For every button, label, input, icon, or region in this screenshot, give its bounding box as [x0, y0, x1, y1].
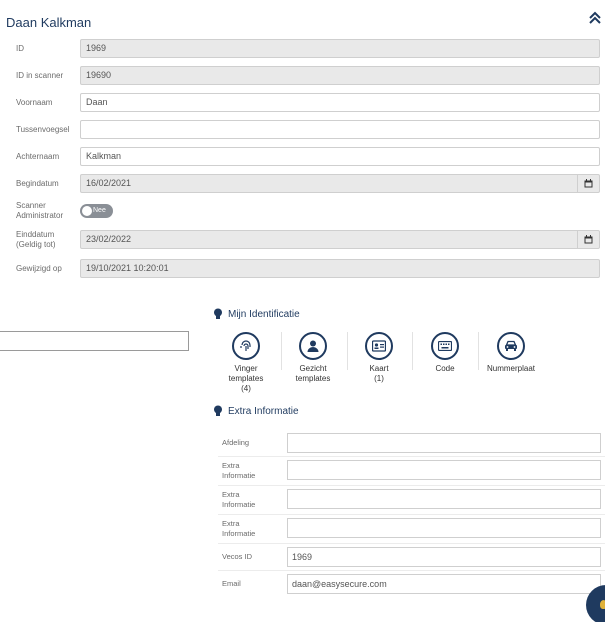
identification-title: Mijn Identificatie: [228, 308, 300, 320]
firstname-input[interactable]: Daan: [80, 93, 600, 112]
email-label: Email: [222, 579, 241, 588]
lightbulb-icon: [600, 600, 605, 609]
id-item-finger-line1: Vinger: [234, 364, 258, 373]
enddate-calendar-button[interactable]: [577, 231, 599, 248]
enddate-label-line2: (Geldig tot): [16, 240, 56, 249]
id-item-card[interactable]: Kaart (1): [346, 332, 412, 384]
scanner-id-label: ID in scanner: [16, 71, 64, 80]
extra1-label-line2: Informatie: [222, 471, 256, 480]
extra2-label-line1: Extra: [222, 490, 240, 499]
divider: [218, 456, 605, 457]
toggle-knob: [82, 206, 92, 216]
divider: [218, 570, 605, 571]
id-item-finger-line2: templates: [228, 374, 264, 383]
infix-input[interactable]: [80, 120, 600, 139]
enddate-value: 23/02/2022: [86, 234, 132, 244]
admin-label-line2: Administrator: [16, 211, 64, 220]
id-item-finger-label: Vinger templates (4): [213, 364, 279, 394]
enddate-label: Einddatum (Geldig tot): [16, 230, 56, 250]
dept-label: Afdeling: [222, 438, 250, 447]
id-field: 1969: [80, 39, 600, 58]
modified-label: Gewijzigd op: [16, 264, 62, 273]
search-input[interactable]: [0, 331, 189, 351]
extra-title: Extra Informatie: [228, 405, 299, 417]
extra3-input[interactable]: [287, 518, 601, 538]
admin-toggle-text: Nee: [93, 207, 106, 214]
admin-toggle[interactable]: Nee: [80, 204, 113, 218]
enddate-input[interactable]: 23/02/2022: [80, 230, 600, 249]
extra3-label-line1: Extra: [222, 519, 240, 528]
lastname-input[interactable]: Kalkman: [80, 147, 600, 166]
id-item-face-line2: templates: [295, 374, 331, 383]
lightbulb-icon: [214, 308, 222, 319]
startdate-label: Begindatum: [16, 179, 59, 188]
startdate-input[interactable]: 16/02/2021: [80, 174, 600, 193]
id-card-icon: [365, 332, 393, 360]
extra3-label: Extra Informatie: [222, 519, 255, 539]
enddate-label-line1: Einddatum: [16, 230, 55, 239]
extra2-input[interactable]: [287, 489, 601, 509]
infix-label: Tussenvoegsel: [16, 125, 70, 134]
lightbulb-icon: [214, 405, 222, 416]
extra-section-title: Extra Informatie: [213, 405, 299, 417]
extra2-label-line2: Informatie: [222, 500, 256, 509]
extra2-label: Extra Informatie: [222, 490, 255, 510]
divider: [218, 514, 605, 515]
id-item-card-line2: (1): [374, 374, 384, 383]
id-item-face-line1: Gezicht: [299, 364, 327, 373]
id-item-plate[interactable]: Nummerplaat: [478, 332, 544, 374]
calendar-icon: [584, 235, 593, 244]
id-item-finger[interactable]: Vinger templates (4): [213, 332, 279, 394]
email-input[interactable]: daan@easysecure.com: [287, 574, 601, 594]
extra1-label: Extra Informatie: [222, 461, 255, 481]
vecos-label: Vecos ID: [222, 552, 253, 561]
scanner-id-field: 19690: [80, 66, 600, 85]
firstname-label: Voornaam: [16, 98, 53, 107]
id-item-finger-line3: (4): [241, 384, 251, 393]
id-item-plate-label: Nummerplaat: [486, 364, 535, 373]
lastname-label: Achternaam: [16, 152, 60, 161]
dept-input[interactable]: [287, 433, 601, 453]
id-label: ID: [16, 44, 24, 53]
extra3-label-line2: Informatie: [222, 529, 256, 538]
keyboard-icon: [431, 332, 459, 360]
divider: [218, 485, 605, 486]
identification-section-title: Mijn Identificatie: [213, 308, 300, 320]
id-item-code[interactable]: Code: [412, 332, 478, 374]
person-icon: [299, 332, 327, 360]
startdate-value: 16/02/2021: [86, 178, 132, 188]
modified-field: 19/10/2021 10:20:01: [80, 259, 600, 278]
id-item-face[interactable]: Gezicht templates: [280, 332, 346, 384]
id-item-card-label: Kaart (1): [346, 364, 412, 384]
startdate-calendar-button[interactable]: [577, 175, 599, 192]
calendar-icon: [584, 179, 593, 188]
page-title: Daan Kalkman: [6, 15, 92, 30]
fingerprint-icon: [232, 332, 260, 360]
extra1-label-line1: Extra: [222, 461, 240, 470]
admin-label: Scanner Administrator: [16, 201, 63, 221]
vecos-input[interactable]: 1969: [287, 547, 601, 567]
id-item-card-line1: Kaart: [369, 364, 389, 373]
divider: [218, 543, 605, 544]
chevron-up-double-icon[interactable]: [588, 11, 602, 25]
admin-label-line1: Scanner: [16, 201, 46, 210]
car-icon: [497, 332, 525, 360]
id-item-face-label: Gezicht templates: [280, 364, 346, 384]
extra1-input[interactable]: [287, 460, 601, 480]
id-item-code-label: Code: [435, 364, 455, 373]
